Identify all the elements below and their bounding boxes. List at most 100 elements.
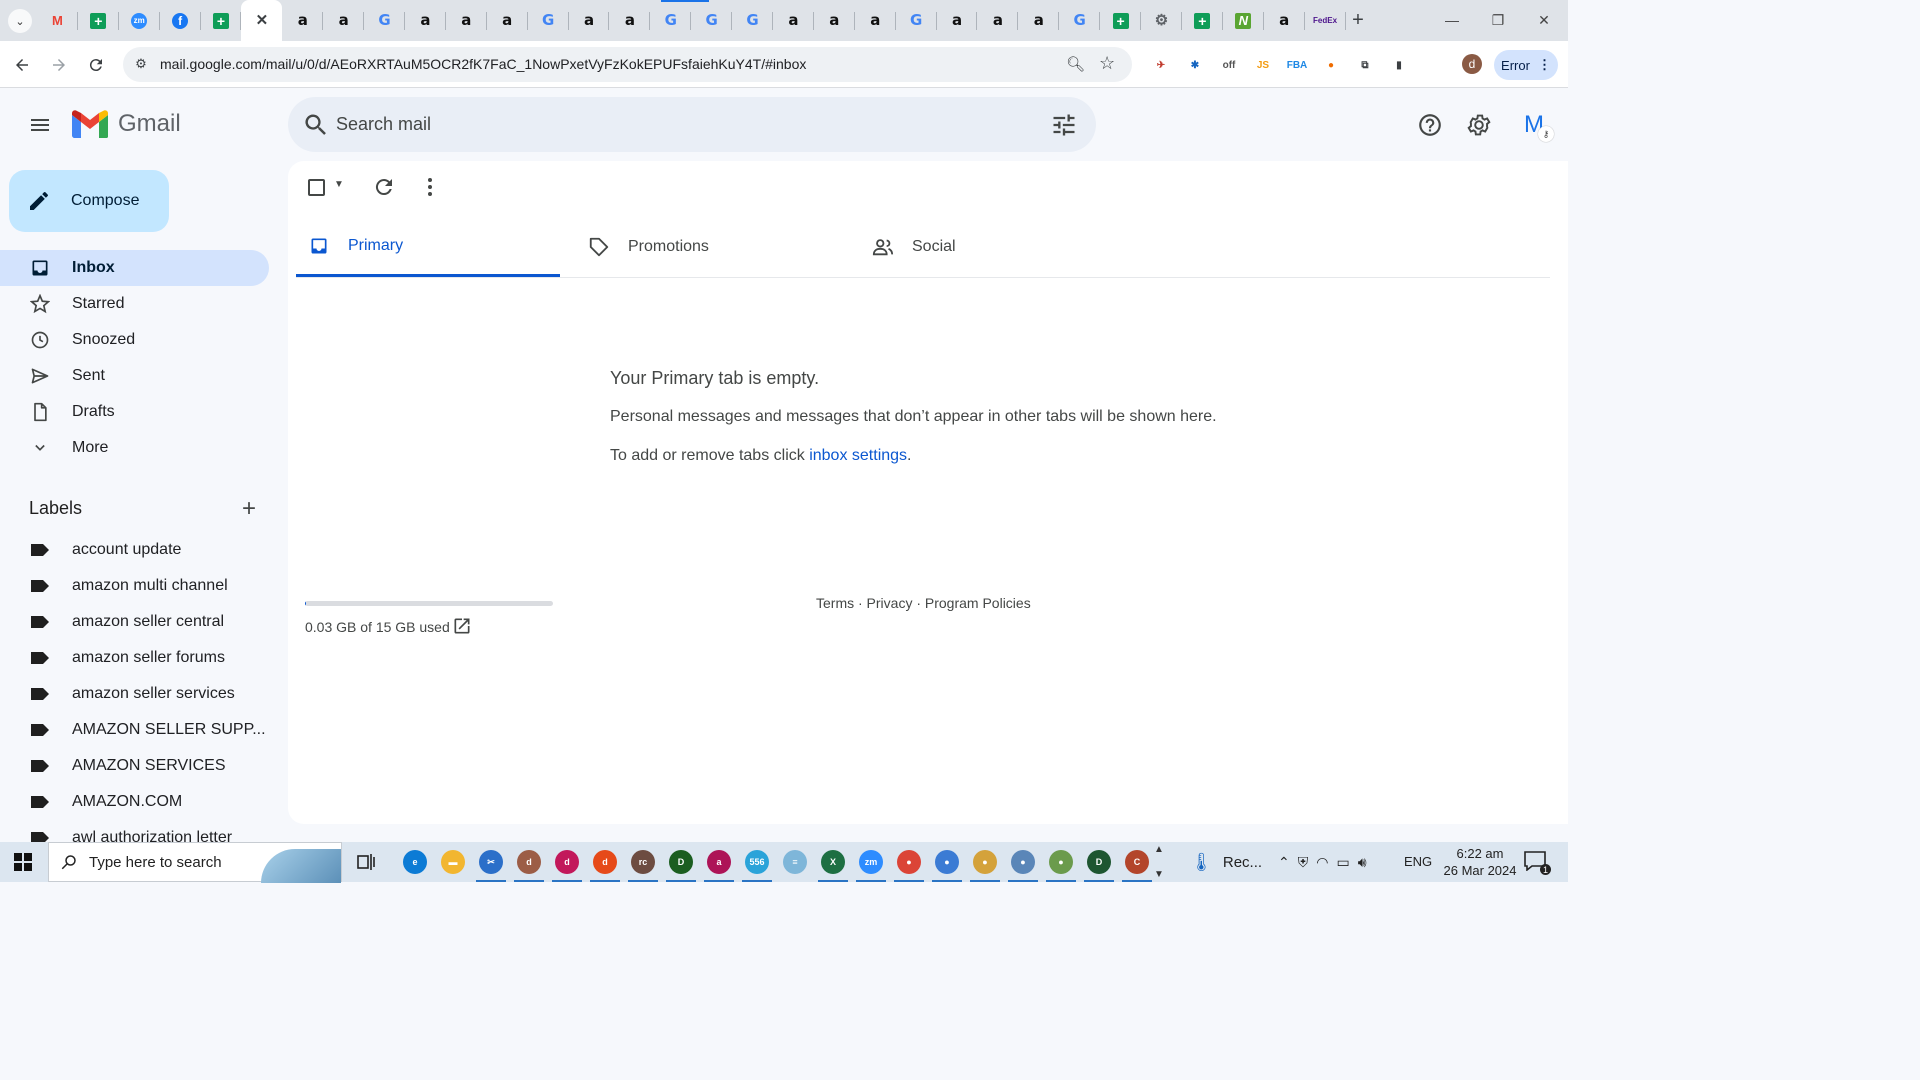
taskbar-app[interactable]: ≡ <box>776 842 814 882</box>
taskbar-app[interactable]: d <box>586 842 624 882</box>
sidebar-item-drafts[interactable]: Drafts <box>0 394 269 430</box>
browser-tab[interactable]: G <box>1059 0 1101 41</box>
label-item[interactable]: amazon seller forums <box>0 640 269 676</box>
browser-tab[interactable]: G <box>732 0 774 41</box>
puzzle-icon[interactable]: ⧉ <box>1352 52 1378 78</box>
browser-tab[interactable]: + <box>201 0 242 41</box>
search-input[interactable] <box>336 97 1036 152</box>
wifi-icon[interactable]: ◠ <box>1316 854 1328 871</box>
browser-tab[interactable]: a <box>855 0 896 41</box>
taskbar-search-box[interactable]: Type here to search <box>48 842 342 883</box>
search-icon[interactable] <box>302 111 330 139</box>
url-text[interactable]: mail.google.com/mail/u/0/d/AEoRXRTAuM5OC… <box>160 56 806 72</box>
taskbar-app[interactable]: ● <box>1004 842 1042 882</box>
refresh-icon[interactable] <box>372 175 396 199</box>
recorder-app[interactable]: 🌡︎ Rec... <box>1190 842 1262 882</box>
browser-tab[interactable]: a <box>323 0 365 41</box>
tab-social[interactable]: Social <box>872 217 1136 277</box>
start-button[interactable] <box>0 842 46 882</box>
language-indicator[interactable]: ENG <box>1404 854 1432 869</box>
browser-tab[interactable]: a <box>814 0 855 41</box>
taskbar-app[interactable]: e <box>396 842 434 882</box>
search-options-icon[interactable] <box>1050 111 1078 139</box>
taskbar-app[interactable]: zm <box>852 842 890 882</box>
gmail-logo[interactable]: Gmail <box>72 110 181 138</box>
label-item[interactable]: AMAZON SERVICES <box>0 748 269 784</box>
browser-tab[interactable]: zm <box>119 0 160 41</box>
taskbar-app[interactable]: ● <box>928 842 966 882</box>
extension-fba-icon[interactable]: FBA <box>1284 52 1310 78</box>
extension-off-icon[interactable]: off <box>1216 52 1242 78</box>
main-menu-button[interactable] <box>24 109 56 141</box>
tab-search-button[interactable]: ⌄ <box>8 9 32 33</box>
chevron-up-icon[interactable]: ▲ <box>1154 844 1164 855</box>
taskbar-app[interactable]: ▬ <box>434 842 472 882</box>
show-hidden-icons-icon[interactable]: ⌃ <box>1278 854 1290 871</box>
taskbar-app[interactable]: ✂ <box>472 842 510 882</box>
profile-error-button[interactable]: Error ⋮ <box>1494 50 1558 80</box>
bookmark-star-icon[interactable]: ☆ <box>1099 53 1115 74</box>
browser-tab[interactable]: G <box>528 0 569 41</box>
tab-primary[interactable]: Primary <box>296 217 560 277</box>
add-label-button[interactable]: + <box>236 495 262 522</box>
taskbar-app[interactable]: d <box>548 842 586 882</box>
taskbar-scroll-arrows[interactable]: ▲ ▼ <box>1152 844 1166 880</box>
close-icon[interactable]: ✕ <box>254 13 270 29</box>
browser-tab[interactable]: a <box>405 0 446 41</box>
restore-window-button[interactable]: ❐ <box>1484 8 1512 32</box>
browser-tab[interactable]: a <box>977 0 1019 41</box>
browser-tab[interactable]: a <box>487 0 528 41</box>
taskbar-app[interactable]: 556 <box>738 842 776 882</box>
taskbar-app[interactable]: ● <box>1042 842 1080 882</box>
extension-1-icon[interactable]: ✈ <box>1148 52 1174 78</box>
browser-tab[interactable]: G <box>650 0 692 41</box>
sidebar-item-starred[interactable]: Starred <box>0 286 269 322</box>
reload-button[interactable] <box>82 51 110 79</box>
label-item[interactable]: amazon seller services <box>0 676 269 712</box>
task-view-icon[interactable] <box>354 850 378 874</box>
extension-circle-icon[interactable]: ● <box>1318 52 1344 78</box>
volume-icon[interactable]: 🔊︎ <box>1358 854 1367 871</box>
address-bar[interactable]: ⚙ mail.google.com/mail/u/0/d/AEoRXRTAuM5… <box>123 47 1132 82</box>
browser-tab[interactable]: FedEx <box>1305 0 1346 41</box>
extension-2-icon[interactable]: ✱ <box>1182 52 1208 78</box>
sidebar-item-inbox[interactable]: Inbox <box>0 250 269 286</box>
battery-icon[interactable]: ▭ <box>1336 854 1349 871</box>
support-button[interactable] <box>1414 109 1446 141</box>
open-in-new-icon[interactable] <box>452 616 472 636</box>
sidebar-item-more[interactable]: More <box>0 430 269 466</box>
security-shield-icon[interactable]: ⛨ <box>1298 854 1309 871</box>
browser-tab[interactable]: G <box>364 0 406 41</box>
browser-tab[interactable]: a <box>773 0 814 41</box>
minimize-window-button[interactable]: — <box>1438 8 1466 32</box>
browser-tab[interactable]: + <box>1100 0 1142 41</box>
select-dropdown-caret-icon[interactable]: ▼ <box>334 179 344 190</box>
forward-button[interactable] <box>45 51 73 79</box>
browser-tab[interactable]: + <box>78 0 119 41</box>
taskbar-app[interactable]: D <box>1080 842 1118 882</box>
taskbar-app[interactable]: ● <box>890 842 928 882</box>
taskbar-app[interactable]: D <box>662 842 700 882</box>
settings-button[interactable] <box>1463 109 1495 141</box>
browser-tab[interactable]: f <box>160 0 201 41</box>
taskbar-app[interactable]: C <box>1118 842 1156 882</box>
browser-tab[interactable]: a <box>1264 0 1305 41</box>
footer-links[interactable]: Terms · Privacy · Program Policies <box>816 595 1031 611</box>
chevron-down-icon[interactable]: ▼ <box>1154 869 1164 880</box>
browser-tab[interactable]: G <box>896 0 937 41</box>
label-item[interactable]: account update <box>0 532 269 568</box>
tab-promotions[interactable]: Promotions <box>588 217 852 277</box>
taskbar-app[interactable]: ● <box>966 842 1004 882</box>
label-item[interactable]: amazon seller central <box>0 604 269 640</box>
zoom-icon[interactable]: 🔍︎ <box>1066 55 1085 73</box>
browser-tab[interactable]: G <box>691 0 733 41</box>
sidebar-item-snoozed[interactable]: Snoozed <box>0 322 269 358</box>
back-button[interactable] <box>8 51 36 79</box>
close-window-button[interactable]: ✕ <box>1530 8 1558 32</box>
chrome-profile-avatar[interactable]: d <box>1462 54 1482 74</box>
taskbar-app[interactable]: a <box>700 842 738 882</box>
inbox-settings-link[interactable]: inbox settings <box>809 447 907 464</box>
browser-tab[interactable]: a <box>282 0 324 41</box>
select-all-checkbox[interactable] <box>308 179 325 196</box>
label-item[interactable]: AMAZON SELLER SUPP... <box>0 712 269 748</box>
